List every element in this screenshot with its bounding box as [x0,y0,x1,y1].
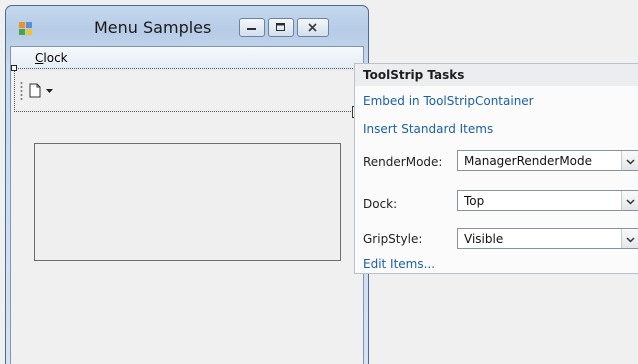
new-item-icon [28,83,42,99]
toolstrip-tasks-panel: ToolStrip Tasks Embed in ToolStripContai… [354,63,638,274]
minimize-icon [247,25,257,31]
panel-control[interactable] [34,143,341,261]
gripstyle-dropdown-arrow[interactable] [621,229,638,248]
close-button[interactable] [297,18,329,37]
window-title: Menu Samples [94,18,212,37]
dock-value: Top [464,194,485,208]
rendermode-select[interactable]: ManagerRenderMode [457,150,638,171]
chevron-down-icon [625,154,635,168]
rendermode-dropdown-arrow[interactable] [621,151,638,170]
menu-item-clock-label: lock [43,51,68,65]
chevron-down-icon [625,232,635,246]
chevron-down-icon [46,89,53,93]
chevron-down-icon [625,194,635,208]
embed-in-toolstripcontainer-link[interactable]: Embed in ToolStripContainer [363,94,534,108]
menu-item-clock[interactable]: Clock [35,51,68,65]
rendermode-label: RenderMode: [363,155,443,169]
maximize-icon [276,23,286,32]
dock-label: Dock: [363,197,398,211]
close-icon [308,23,318,32]
resize-handle[interactable] [11,65,17,71]
add-toolstrip-item-dropdown[interactable] [28,82,62,100]
gripstyle-label: GripStyle: [363,232,423,246]
maximize-button[interactable] [268,18,294,37]
gripstyle-select[interactable]: Visible [457,228,638,249]
panel-header: ToolStrip Tasks [355,64,638,86]
edit-items-link[interactable]: Edit Items... [363,257,435,271]
dock-select[interactable]: Top [457,190,638,211]
dock-dropdown-arrow[interactable] [621,191,638,210]
form-client-area: Clock [10,46,364,364]
form-icon [19,22,33,36]
gripstyle-value: Visible [464,232,504,246]
panel-title: ToolStrip Tasks [363,68,465,82]
toolstrip-grip[interactable] [20,81,23,101]
insert-standard-items-link[interactable]: Insert Standard Items [363,122,493,136]
form-window: Menu Samples Clock [5,5,369,364]
toolstrip[interactable] [16,77,351,105]
minimize-button[interactable] [239,18,265,37]
rendermode-value: ManagerRenderMode [464,154,593,168]
